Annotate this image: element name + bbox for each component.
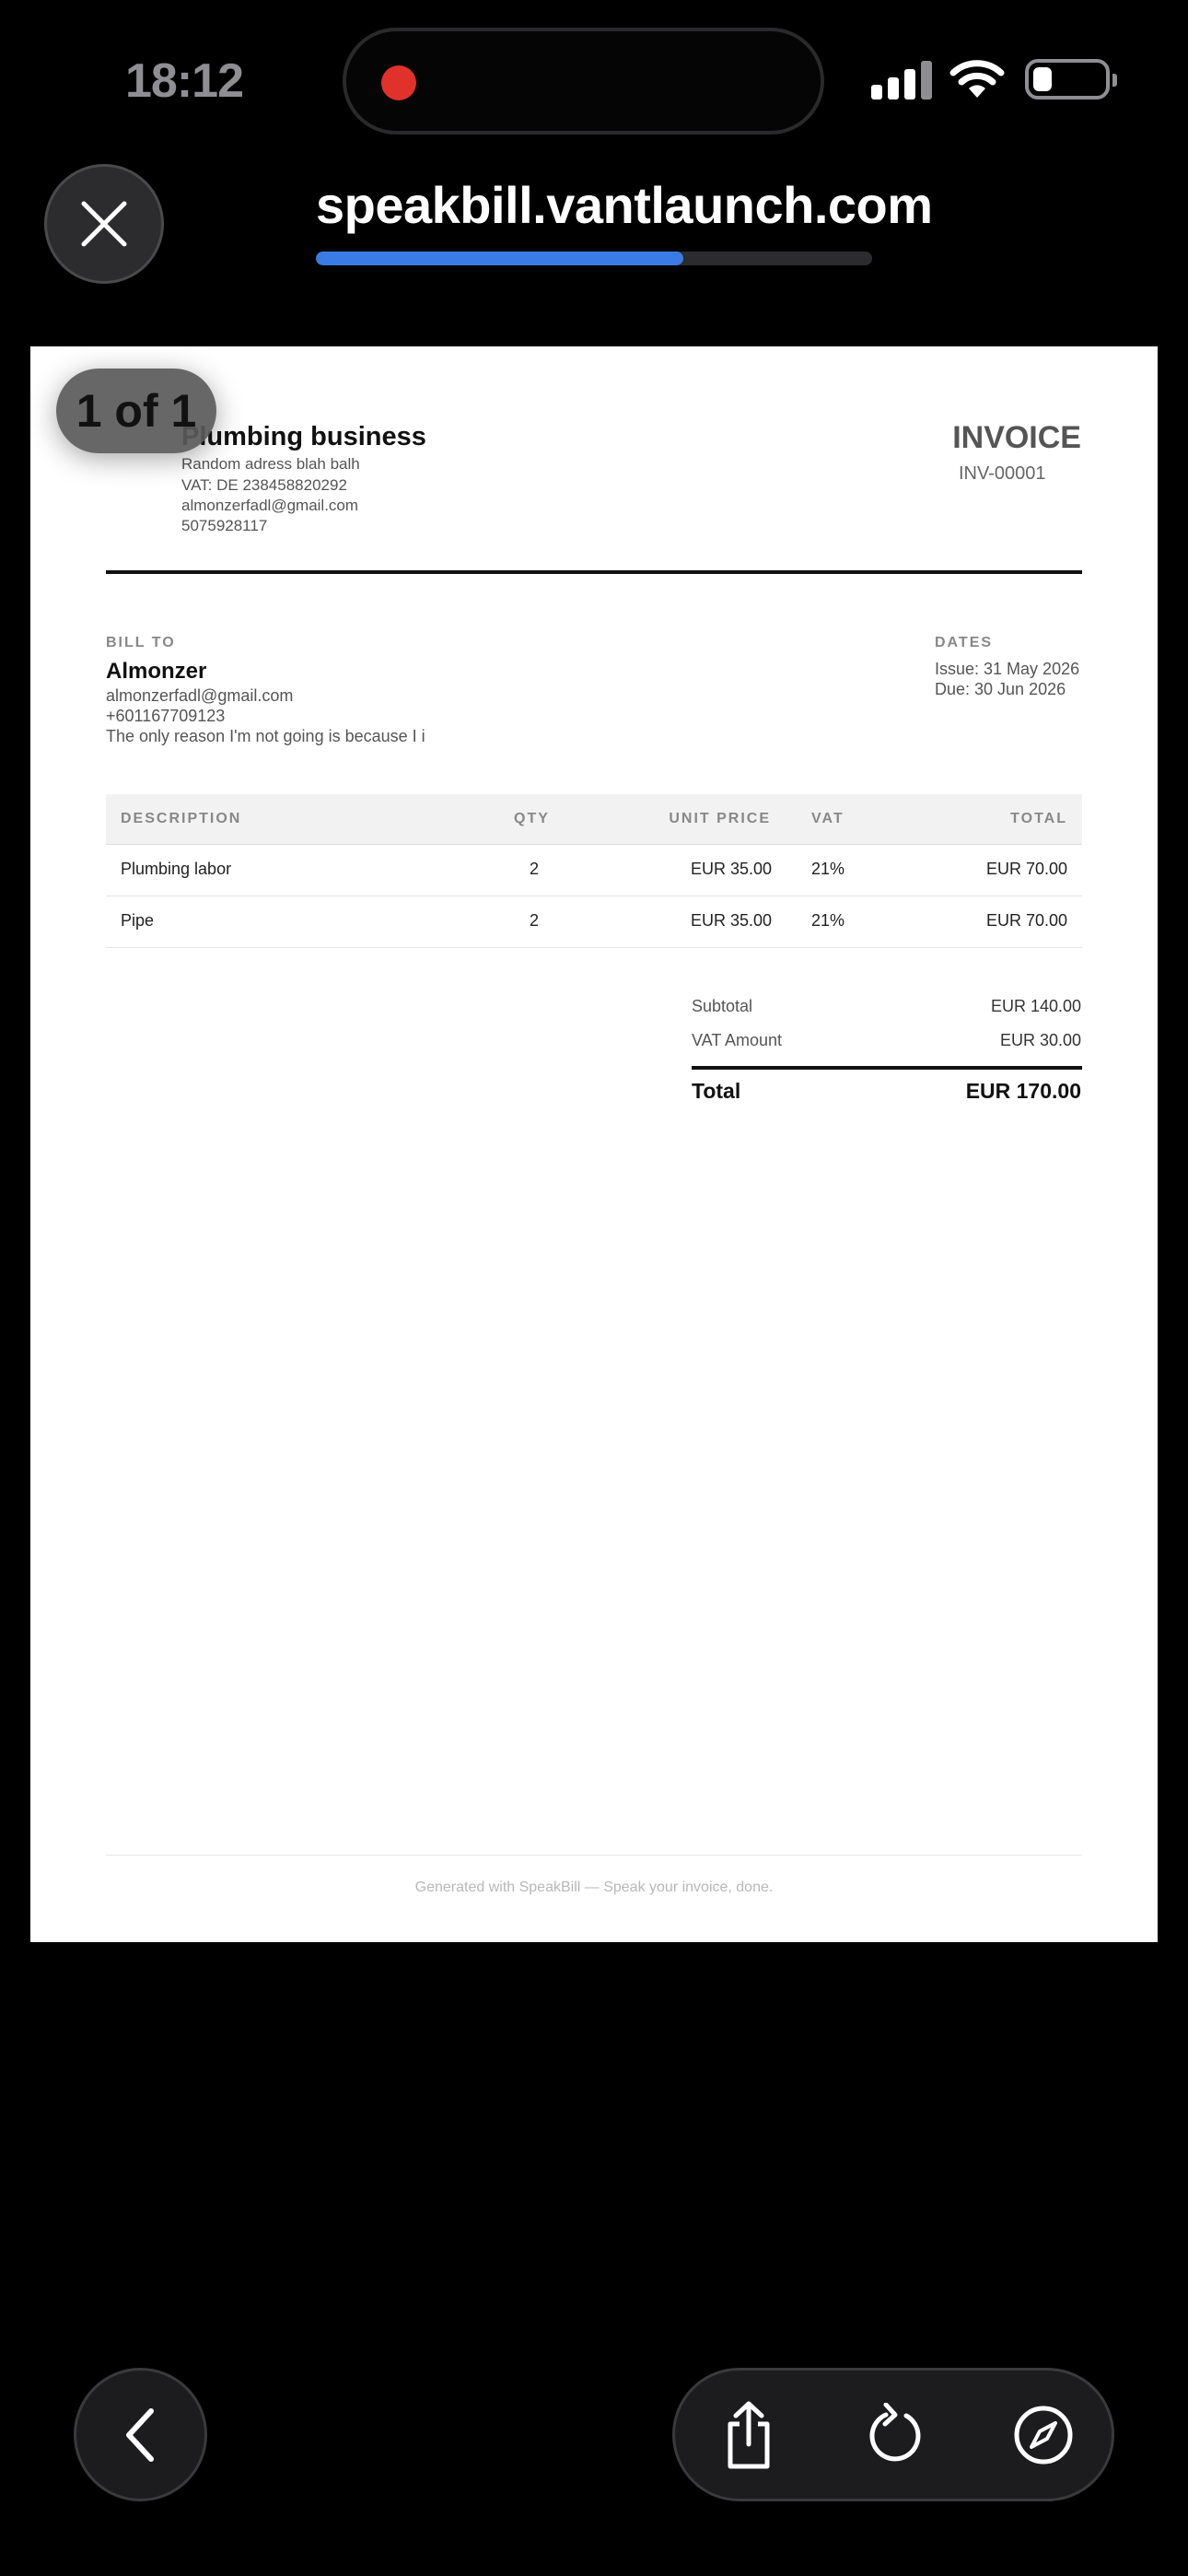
invoice-title: INVOICE (952, 420, 1081, 455)
wifi-icon (949, 60, 1005, 98)
dates-label: DATES (935, 635, 994, 650)
close-icon (81, 201, 127, 247)
close-button[interactable] (44, 164, 164, 284)
row-qty: 2 (530, 911, 540, 930)
footer-text: Generated with SpeakBill — Speak your in… (414, 1879, 774, 1895)
reload-icon (869, 2403, 921, 2462)
row-total: EUR 70.00 (985, 860, 1067, 878)
row-qty: 2 (530, 860, 540, 878)
row-description: Plumbing labor (121, 860, 232, 878)
invoice-document: Plumbing business Random adress blah bal… (30, 346, 1158, 1942)
totals-divider (692, 1066, 1082, 1070)
chevron-left-icon (125, 2407, 154, 2462)
table-row: Pipe 2 EUR 35.00 21% EUR 70.00 (106, 896, 1082, 948)
page-indicator: 1 of 1 (56, 369, 216, 453)
client-name: Almonzer (106, 659, 207, 684)
header-divider (106, 570, 1082, 574)
row-description: Pipe (121, 911, 155, 930)
row-total: EUR 70.00 (985, 911, 1067, 930)
client-phone: +601167709123 (106, 707, 226, 725)
row-unit-price: EUR 35.00 (690, 860, 772, 878)
table-row: Plumbing labor 2 EUR 35.00 21% EUR 70.00 (106, 844, 1082, 896)
business-address: Random adress blah balh (181, 455, 360, 473)
issue-date: Issue: 31 May 2026 (935, 660, 1080, 678)
vat-amount-label: VAT Amount (692, 1031, 783, 1049)
recording-indicator-icon (381, 65, 416, 100)
compass-icon (1014, 2406, 1073, 2465)
row-vat: 21% (811, 860, 845, 878)
share-icon (728, 2401, 770, 2469)
total-label: Total (692, 1079, 741, 1103)
invoice-number: INV-00001 (959, 463, 1046, 484)
due-date: Due: 30 Jun 2026 (935, 680, 1066, 698)
business-email: almonzerfadl@gmail.com (181, 497, 359, 514)
business-vat: VAT: DE 238458820292 (181, 476, 347, 494)
business-phone: 5075928117 (181, 517, 268, 534)
open-in-safari-button[interactable] (992, 2383, 1095, 2487)
business-name: Plumbing business (181, 422, 426, 451)
col-total: TOTAL (1010, 811, 1067, 826)
col-vat: VAT (811, 811, 844, 826)
client-note: The only reason I'm not going is because… (106, 727, 425, 745)
page-url: speakbill.vantlaunch.com (316, 176, 933, 234)
total-value: EUR 170.00 (965, 1079, 1081, 1103)
footer-divider (106, 1855, 1082, 1856)
dynamic-island (343, 28, 824, 135)
col-unit-price: UNIT PRICE (669, 811, 771, 826)
subtotal-label: Subtotal (692, 997, 753, 1015)
row-vat: 21% (811, 911, 845, 930)
vat-amount-value: EUR 30.00 (999, 1031, 1081, 1049)
col-description: DESCRIPTION (121, 811, 242, 826)
row-unit-price: EUR 35.00 (690, 911, 772, 930)
table-header: DESCRIPTION QTY UNIT PRICE VAT TOTAL (106, 794, 1082, 845)
status-time: 18:12 (125, 54, 244, 108)
reload-button[interactable] (844, 2383, 948, 2487)
back-button[interactable] (74, 2368, 207, 2501)
col-qty: QTY (514, 811, 550, 826)
loading-progress-bar (316, 252, 872, 265)
bill-to-label: BILL TO (106, 635, 176, 650)
battery-icon (1025, 59, 1117, 100)
subtotal-value: EUR 140.00 (990, 997, 1081, 1015)
share-button[interactable] (697, 2383, 800, 2487)
cellular-signal-icon (871, 61, 932, 100)
client-email: almonzerfadl@gmail.com (106, 686, 294, 705)
toolbar (672, 2368, 1114, 2501)
